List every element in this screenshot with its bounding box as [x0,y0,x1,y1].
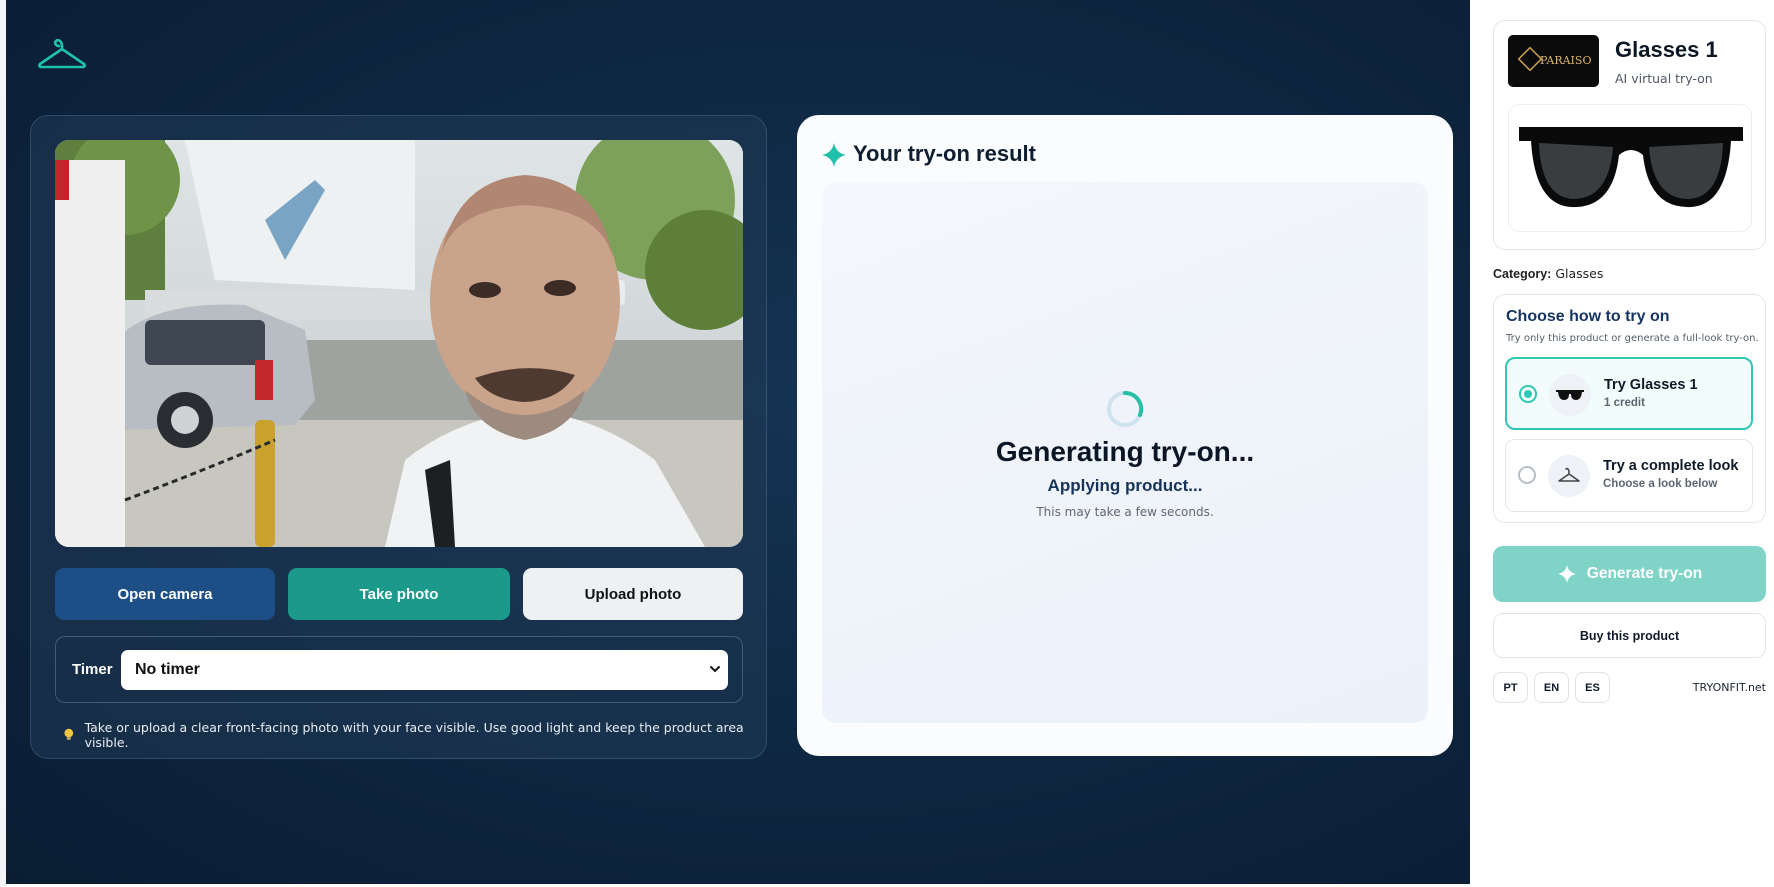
site-name: TRYONFIT.net [1692,681,1766,694]
sparkle-icon [1557,565,1576,583]
option-complete-look[interactable]: Try a complete look Choose a look below [1505,439,1753,512]
category-value: Glasses [1555,266,1604,281]
lightbulb-icon [64,728,74,740]
selfie-image [55,140,743,547]
sparkle-icon [822,143,846,167]
choose-title: Choose how to try on [1506,308,1670,325]
option-try-product[interactable]: Try Glasses 1 1 credit [1505,357,1753,430]
product-category: Category: Glasses [1493,266,1603,281]
generate-try-on-button[interactable]: Generate try-on [1493,546,1766,602]
loading-spinner-icon [1107,390,1144,427]
buy-product-button[interactable]: Buy this product [1493,613,1766,658]
main-stage: Open camera Take photo Upload photo Time… [6,0,1470,884]
try-on-mode-card: Choose how to try on Try only this produ… [1493,294,1766,523]
svg-text:PARAISO: PARAISO [1540,54,1591,67]
generating-title: Generating try-on... [995,436,1255,467]
result-card: Your try-on result Generating try-on... … [797,115,1453,756]
product-subtitle: AI virtual try-on [1615,71,1713,86]
timer-select[interactable]: No timer [121,650,728,690]
camera-preview-photo [55,140,743,547]
category-label: Category: [1493,267,1552,281]
language-pt-button[interactable]: PT [1493,672,1528,703]
timer-label: Timer [72,661,113,678]
product-image [1508,104,1752,232]
option-subtitle: 1 credit [1604,397,1645,409]
option-title: Try Glasses 1 [1604,377,1698,393]
radio-unselected[interactable] [1518,466,1536,484]
generating-note: This may take a few seconds. [1036,505,1214,519]
upload-photo-button[interactable]: Upload photo [523,568,743,620]
radio-selected[interactable] [1519,385,1537,403]
chevron-down-icon [710,666,720,673]
language-en-button[interactable]: EN [1534,672,1569,703]
generate-label: Generate try-on [1586,565,1703,582]
timer-selected-value: No timer [135,661,200,678]
photo-hint: Take or upload a clear front-facing phot… [63,720,766,750]
product-name: Glasses 1 [1615,37,1718,62]
hanger-icon [1548,455,1590,497]
product-card: PARAISO Glasses 1 AI virtual try-on [1493,20,1766,250]
product-sidebar: PARAISO Glasses 1 AI virtual try-on Cate… [1470,0,1774,887]
timer-row: Timer No timer [55,636,743,703]
option-title: Try a complete look [1603,458,1739,474]
brand-logo: PARAISO [1508,35,1599,87]
choose-subtitle: Try only this product or generate a full… [1506,333,1759,344]
open-camera-button[interactable]: Open camera [55,568,275,620]
hint-text: Take or upload a clear front-facing phot… [84,720,744,750]
option-subtitle: Choose a look below [1603,478,1718,490]
generating-subtitle: Applying product... [1047,476,1203,495]
camera-panel: Open camera Take photo Upload photo Time… [30,115,767,759]
language-es-button[interactable]: ES [1575,672,1610,703]
hanger-icon[interactable] [36,34,88,74]
sunglasses-icon [1549,374,1591,416]
sunglasses-icon [1519,127,1743,208]
result-title: Your try-on result [853,141,1036,166]
take-photo-button[interactable]: Take photo [288,568,510,620]
result-preview-area: Generating try-on... Applying product...… [822,182,1428,723]
